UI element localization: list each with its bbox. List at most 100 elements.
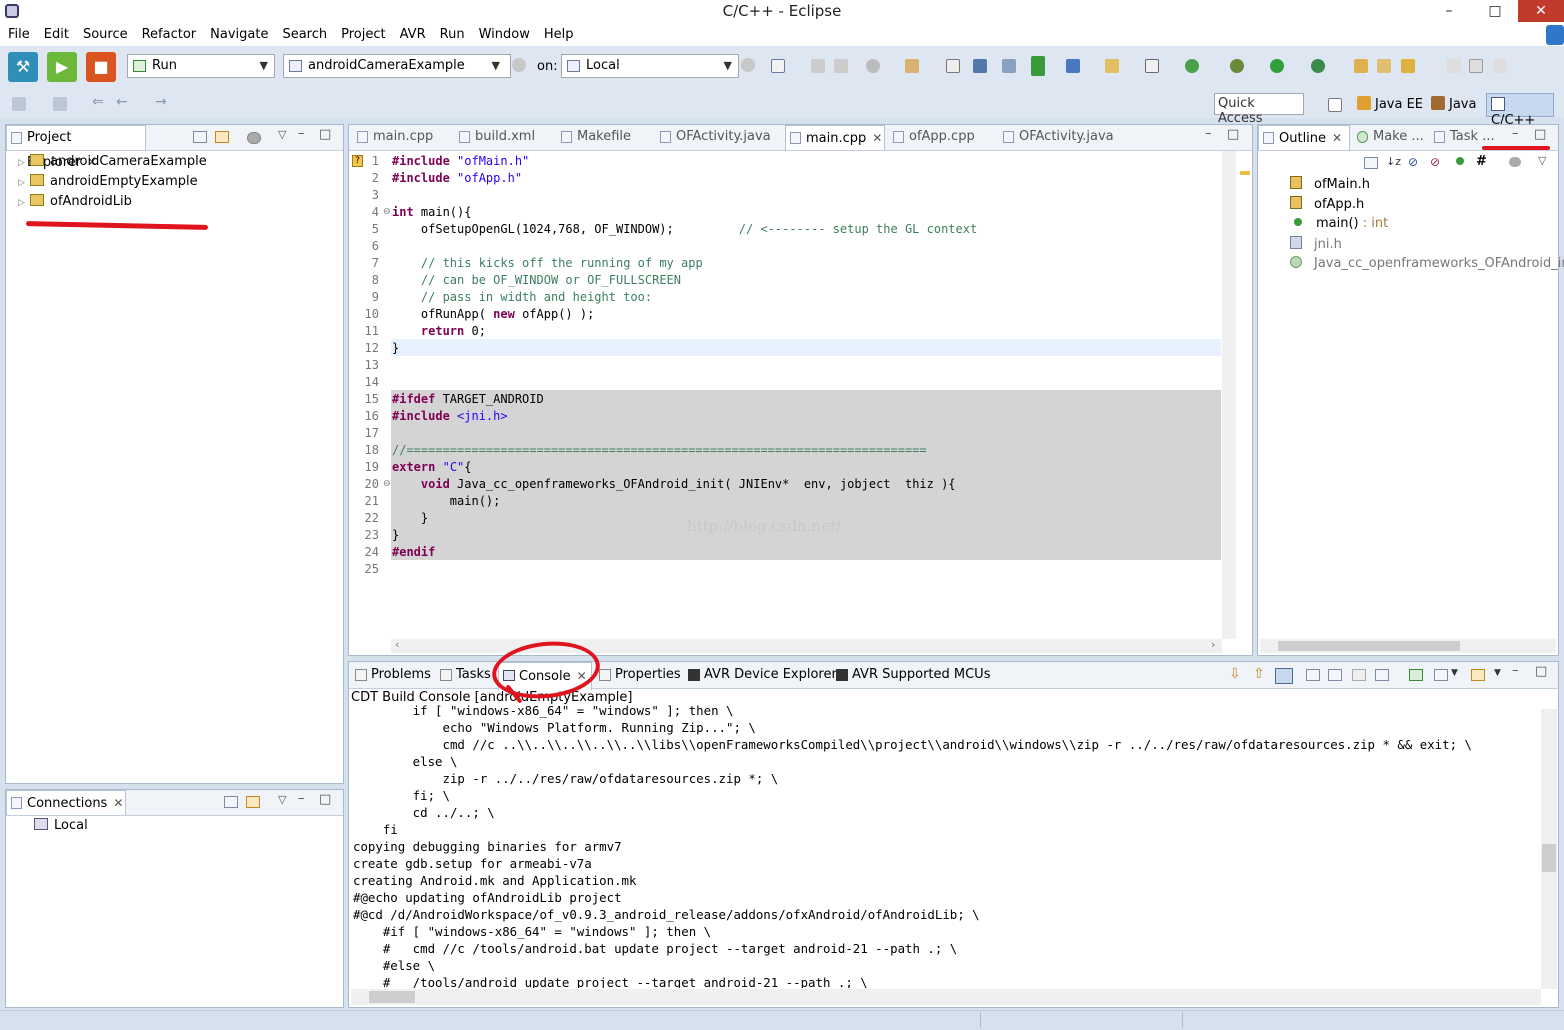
terminal-icon[interactable] xyxy=(973,59,987,73)
save-all-icon[interactable] xyxy=(834,59,848,73)
collapse-all-icon[interactable] xyxy=(1364,157,1378,169)
fold-icon[interactable]: ⊖ xyxy=(383,207,391,217)
debug-icon[interactable] xyxy=(866,59,880,73)
hide-static-icon[interactable]: ⊘ xyxy=(1430,155,1440,169)
tab-problems[interactable]: Problems xyxy=(351,662,431,688)
toggle-icon[interactable] xyxy=(1469,59,1483,73)
prev-annotation-icon[interactable] xyxy=(12,97,26,111)
outline-scroll-thumb[interactable] xyxy=(1278,641,1460,651)
view-menu-icon[interactable]: ▽ xyxy=(278,793,286,806)
target-gear-icon[interactable] xyxy=(741,58,755,72)
maximize-view-icon[interactable]: □ xyxy=(319,127,331,142)
copy-icon[interactable] xyxy=(1306,669,1320,681)
fold-icon[interactable]: ⊖ xyxy=(383,479,391,489)
menu-help[interactable]: Help xyxy=(536,24,580,42)
perspective-java-ee[interactable]: Java EE xyxy=(1357,96,1423,112)
source-file-icon[interactable] xyxy=(1145,59,1159,73)
quick-access-input[interactable]: Quick Access xyxy=(1214,93,1304,126)
expand-icon[interactable]: ▷ xyxy=(18,158,30,168)
maximize-view-icon[interactable]: □ xyxy=(1534,127,1546,142)
menu-refactor[interactable]: Refactor xyxy=(134,24,203,42)
run-icon[interactable] xyxy=(1270,59,1284,73)
code-area[interactable]: #include "ofMain.h" #include "ofApp.h" i… xyxy=(392,153,977,561)
menu-search[interactable]: Search xyxy=(274,24,333,42)
menu-window[interactable]: Window xyxy=(471,24,536,42)
back-icon[interactable]: ← xyxy=(116,94,128,110)
tab-outline[interactable]: Outline ✕ xyxy=(1258,125,1350,150)
tab-ofapp-cpp[interactable]: ofApp.cpp xyxy=(889,125,975,149)
outline-item-main[interactable]: main() : int xyxy=(1294,216,1388,231)
tab-main-cpp-1[interactable]: main.cpp xyxy=(353,125,433,149)
collapse-all-icon[interactable] xyxy=(224,796,238,808)
menu-file[interactable]: File xyxy=(0,24,36,42)
tab-ofactivity-java-2[interactable]: OFActivity.java xyxy=(999,125,1114,149)
console-output[interactable]: if [ "windows-x86_64" = "windows" ]; the… xyxy=(353,702,1539,988)
expand-icon[interactable]: ▷ xyxy=(18,198,30,208)
outline-item-ofapp-h[interactable]: ofApp.h xyxy=(1290,196,1364,212)
copy-all-icon[interactable] xyxy=(1328,669,1342,681)
menu-project[interactable]: Project xyxy=(333,24,391,42)
scroll-left-icon[interactable]: ‹ xyxy=(395,638,399,651)
outline-item-java-init[interactable]: Java_cc_openframeworks_OFAndroid_init( xyxy=(1290,256,1564,271)
last-edit-icon[interactable]: ⇐ xyxy=(92,94,104,110)
outline-item-jni-h[interactable]: jni.h xyxy=(1290,236,1342,252)
minimize-view-icon[interactable]: – xyxy=(298,126,305,141)
tab-tasks[interactable]: Tasks xyxy=(436,662,491,688)
minimize-view-icon[interactable]: – xyxy=(298,791,305,806)
open-console-icon[interactable] xyxy=(1471,669,1485,681)
pin-icon[interactable] xyxy=(1002,59,1016,73)
open-perspective-icon[interactable] xyxy=(1328,98,1342,112)
view-menu-icon[interactable]: ▽ xyxy=(278,128,286,141)
tree-item-ofandroidlib[interactable]: ▷ ofAndroidLib xyxy=(18,194,132,209)
close-icon[interactable]: ✕ xyxy=(872,131,882,145)
pen-icon[interactable] xyxy=(1401,59,1415,73)
tab-properties[interactable]: Properties xyxy=(595,662,681,688)
menu-avr[interactable]: AVR xyxy=(392,24,432,42)
word-wrap-icon[interactable] xyxy=(1352,669,1366,681)
tab-avr-device-explorer[interactable]: AVR Device Explorer xyxy=(684,662,837,688)
open-type-icon[interactable] xyxy=(1377,59,1391,73)
outline-item-ofmain-h[interactable]: ofMain.h xyxy=(1290,176,1370,192)
menu-edit[interactable]: Edit xyxy=(36,24,75,42)
tree-item-androidcameraexample[interactable]: ▷ androidCameraExample xyxy=(18,154,207,169)
tab-makefile[interactable]: Makefile xyxy=(557,125,631,149)
menu-run[interactable]: Run xyxy=(432,24,471,42)
forward-icon[interactable]: → xyxy=(155,94,167,110)
expand-icon[interactable]: ▷ xyxy=(18,178,30,188)
scroll-right-icon[interactable]: › xyxy=(1211,638,1215,651)
connection-item-local[interactable]: Local xyxy=(34,818,88,833)
perspective-cpp[interactable]: C/C++ xyxy=(1486,93,1554,128)
folder-icon[interactable] xyxy=(1105,59,1119,73)
stop-button[interactable]: ■ xyxy=(86,52,116,82)
launch-button[interactable]: ▶ xyxy=(47,52,77,82)
avr-upload-icon[interactable] xyxy=(1031,56,1045,76)
new-icon[interactable] xyxy=(771,59,785,73)
minimize-view-icon[interactable]: – xyxy=(1205,126,1212,141)
refresh-icon[interactable] xyxy=(1185,59,1199,73)
clear-console-icon[interactable] xyxy=(1375,669,1389,681)
open-folder-icon[interactable] xyxy=(1354,59,1368,73)
collapse-all-icon[interactable] xyxy=(193,131,207,143)
launch-mode-select[interactable]: Run ▼ xyxy=(127,54,275,78)
editor-vertical-scrollbar[interactable] xyxy=(1222,151,1236,639)
perspective-java[interactable]: Java xyxy=(1431,96,1476,112)
tab-main-cpp-2[interactable]: main.cpp ✕ xyxy=(785,125,885,150)
tab-build-xml[interactable]: build.xml xyxy=(455,125,535,149)
close-button[interactable]: ✕ xyxy=(1518,0,1564,22)
binary-icon[interactable] xyxy=(946,59,960,73)
hide-macros-icon[interactable]: # xyxy=(1476,154,1487,169)
new-class-icon[interactable] xyxy=(1066,59,1080,73)
chevron-down-icon[interactable]: ▼ xyxy=(1494,668,1501,678)
scroll-up-icon[interactable]: ⇧ xyxy=(1253,666,1265,682)
minimize-view-icon[interactable]: – xyxy=(1512,126,1519,141)
filter-icon[interactable] xyxy=(1509,157,1521,167)
hammer-icon[interactable] xyxy=(905,59,919,73)
build-button[interactable]: ⚒ xyxy=(8,52,38,82)
edit-icon[interactable] xyxy=(1447,59,1461,73)
tab-project-explorer[interactable]: Project Explorer ✕ xyxy=(6,125,146,170)
chevron-down-icon[interactable]: ▼ xyxy=(1451,668,1458,678)
save-icon[interactable] xyxy=(811,59,825,73)
tab-avr-supported-mcus[interactable]: AVR Supported MCUs xyxy=(832,662,990,688)
console-scroll-thumb[interactable] xyxy=(1542,844,1556,872)
tab-make[interactable]: Make ... xyxy=(1353,125,1424,149)
